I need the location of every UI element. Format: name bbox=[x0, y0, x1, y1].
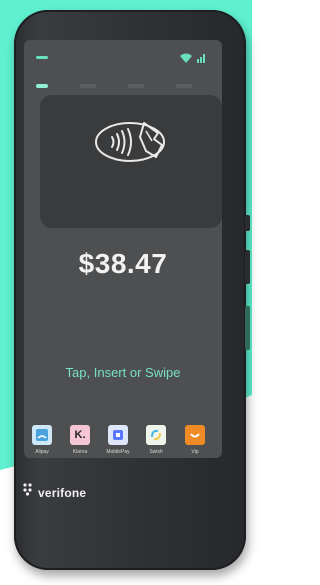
swish-icon bbox=[146, 425, 166, 445]
klarna-glyph: K. bbox=[74, 429, 86, 441]
verifone-logo-icon bbox=[23, 483, 32, 496]
screen-tab-active[interactable] bbox=[36, 84, 48, 88]
status-indicator bbox=[36, 56, 48, 59]
brand-logo-text: verifone bbox=[38, 486, 87, 500]
side-button-volume[interactable] bbox=[245, 250, 250, 284]
app-label: Alipay bbox=[35, 449, 49, 455]
device-bottom-bezel bbox=[24, 470, 222, 530]
app-label: Klarna bbox=[72, 449, 88, 455]
payment-amount: $38.47 bbox=[78, 248, 168, 279]
mobilepay-icon bbox=[108, 425, 128, 445]
screen-tab[interactable] bbox=[128, 84, 144, 88]
klarna-icon: K. bbox=[70, 425, 90, 445]
app-vipps[interactable]: Vip bbox=[180, 425, 210, 455]
side-button-scan[interactable] bbox=[245, 306, 250, 350]
contactless-card-area bbox=[40, 95, 222, 228]
app-label: MobilePay bbox=[106, 449, 130, 455]
app-swish[interactable]: Swish bbox=[141, 425, 171, 455]
screen-tab[interactable] bbox=[80, 84, 96, 88]
side-button-top[interactable] bbox=[245, 215, 250, 231]
payment-apps-row: Alipay K. Klarna MobilePay Swish Vip bbox=[24, 425, 222, 458]
contactless-tap-icon bbox=[95, 122, 165, 162]
app-alipay[interactable]: Alipay bbox=[27, 425, 57, 455]
vipps-icon bbox=[185, 425, 205, 445]
alipay-icon bbox=[32, 425, 52, 445]
wifi-icon bbox=[180, 53, 192, 63]
signal-icon bbox=[197, 54, 205, 63]
payment-prompt: Tap, Insert or Swipe bbox=[65, 365, 181, 380]
terminal-screen: $38.47 Tap, Insert or Swipe Alipay K. Kl… bbox=[24, 40, 222, 458]
app-label: Vip bbox=[191, 449, 199, 455]
app-label: Swish bbox=[149, 449, 163, 455]
status-bar bbox=[24, 40, 222, 64]
app-klarna[interactable]: K. Klarna bbox=[65, 425, 95, 455]
screen-tab[interactable] bbox=[176, 84, 192, 88]
app-mobilepay[interactable]: MobilePay bbox=[103, 425, 133, 455]
